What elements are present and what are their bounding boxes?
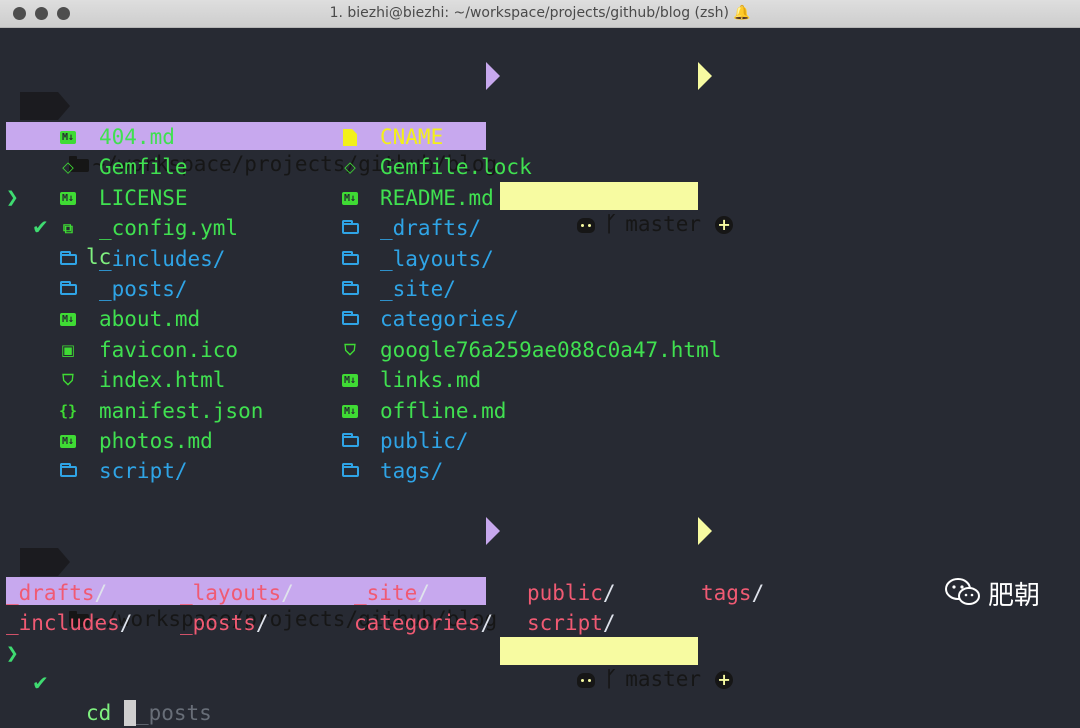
list-item: Gemfile bbox=[99, 155, 188, 179]
git-untracked-plus-icon: + bbox=[715, 671, 734, 689]
html5-icon: ⛉ bbox=[344, 341, 356, 359]
list-item: manifest.json bbox=[99, 399, 264, 423]
list-item: categories/ bbox=[380, 307, 520, 331]
markdown-icon: M↓ bbox=[59, 435, 77, 448]
watermark: 肥朝 bbox=[944, 575, 1040, 612]
command-line-2[interactable]: ❯ ✔ cd _posts bbox=[0, 548, 1080, 726]
list-item: links.md bbox=[380, 368, 482, 392]
window-title: 1. biezhi@biezhi: ~/workspace/projects/g… bbox=[0, 5, 1080, 21]
git-branch-icon: ᚴ bbox=[604, 212, 618, 236]
autosuggestion-text: _posts bbox=[135, 701, 212, 725]
prompt-line-2: ~/workspace/projects/github/blog ᚴ master… bbox=[0, 517, 1080, 691]
completion-item[interactable]: public/ bbox=[527, 578, 616, 608]
list-item: 404.md bbox=[99, 125, 175, 149]
folder-icon bbox=[58, 456, 78, 486]
list-item: google76a259ae088c0a47.html bbox=[380, 338, 722, 362]
status-segment bbox=[20, 548, 58, 576]
powerline-separator-end bbox=[698, 517, 712, 545]
bell-icon: 🔔 bbox=[733, 5, 751, 21]
prompt-line: ~/workspace/projects/github/blog ᚴ master… bbox=[0, 62, 1080, 236]
status-segment bbox=[20, 92, 58, 120]
list-item: about.md bbox=[99, 307, 201, 331]
folder-icon bbox=[340, 304, 360, 334]
image-icon: ▣ bbox=[60, 341, 76, 359]
list-item: offline.md bbox=[380, 399, 507, 423]
github-octocat-icon bbox=[576, 218, 595, 233]
list-item: public/ bbox=[380, 429, 469, 453]
list-item: tags/ bbox=[380, 459, 444, 483]
folder-icon bbox=[58, 274, 78, 304]
prompt-git-segment: ᚴ master + bbox=[500, 637, 734, 691]
completion-item[interactable]: _layouts/ bbox=[180, 578, 294, 608]
powerline-separator bbox=[486, 517, 500, 545]
markdown-icon: M↓ bbox=[59, 131, 77, 144]
command-text: cd bbox=[86, 701, 124, 725]
list-item: Gemfile.lock bbox=[380, 155, 532, 179]
git-branch-name: master bbox=[625, 667, 702, 691]
gem-icon: ◇ bbox=[344, 158, 356, 176]
github-octocat-icon bbox=[576, 673, 595, 688]
list-item: photos.md bbox=[99, 429, 213, 453]
list-item: _site/ bbox=[380, 277, 456, 301]
folder-icon bbox=[58, 244, 78, 274]
wechat-icon bbox=[945, 578, 980, 605]
completion-item[interactable]: _posts/ bbox=[180, 608, 269, 638]
success-check-icon: ✔ bbox=[32, 671, 49, 695]
list-item: _includes/ bbox=[99, 247, 226, 271]
terminal-cursor bbox=[123, 700, 136, 726]
markdown-icon: M↓ bbox=[341, 374, 359, 387]
prompt-caret-icon: ❯ bbox=[6, 641, 19, 665]
git-branch-name: master bbox=[625, 212, 702, 236]
file-icon bbox=[340, 122, 360, 152]
list-item: index.html bbox=[99, 368, 226, 392]
completion-item[interactable]: tags/ bbox=[701, 578, 764, 608]
status-separator bbox=[58, 92, 70, 120]
folder-icon bbox=[340, 426, 360, 456]
folder-icon bbox=[340, 456, 360, 486]
list-item: _config.yml bbox=[99, 216, 239, 240]
list-item: favicon.ico bbox=[99, 338, 239, 362]
watermark-text: 肥朝 bbox=[988, 581, 1041, 611]
completion-item[interactable]: script/ bbox=[527, 608, 616, 638]
completion-item[interactable]: categories/ bbox=[354, 608, 493, 638]
json-icon: {} bbox=[58, 402, 78, 420]
list-item: script/ bbox=[99, 459, 188, 483]
markdown-icon: M↓ bbox=[59, 192, 77, 205]
config-file-icon: ⧉ bbox=[63, 221, 73, 237]
gem-icon: ◇ bbox=[62, 158, 74, 176]
git-untracked-plus-icon: + bbox=[715, 216, 734, 234]
completion-item[interactable]: _includes/ bbox=[6, 608, 132, 638]
status-separator bbox=[58, 548, 70, 576]
command-input[interactable]: cd _posts bbox=[86, 698, 212, 728]
markdown-icon: M↓ bbox=[341, 405, 359, 418]
window-titlebar: 1. biezhi@biezhi: ~/workspace/projects/g… bbox=[0, 0, 1080, 28]
folder-icon bbox=[340, 213, 360, 243]
folder-icon bbox=[340, 274, 360, 304]
list-item: _posts/ bbox=[99, 277, 188, 301]
list-item: LICENSE bbox=[99, 186, 188, 210]
list-item: CNAME bbox=[380, 125, 444, 149]
list-item: _layouts/ bbox=[380, 247, 494, 271]
list-item: README.md bbox=[380, 186, 494, 210]
git-branch-icon: ᚴ bbox=[604, 667, 618, 691]
list-item: _drafts/ bbox=[380, 216, 482, 240]
markdown-icon: M↓ bbox=[59, 313, 77, 326]
powerline-separator-end bbox=[698, 62, 712, 90]
markdown-icon: M↓ bbox=[341, 192, 359, 205]
folder-icon bbox=[340, 244, 360, 274]
prompt-caret-icon: ❯ bbox=[6, 185, 19, 209]
success-check-icon: ✔ bbox=[32, 215, 49, 239]
window-title-text: 1. biezhi@biezhi: ~/workspace/projects/g… bbox=[329, 5, 729, 21]
completion-item[interactable]: _drafts/ bbox=[6, 578, 107, 608]
prompt-git-segment: ᚴ master + bbox=[500, 182, 734, 236]
completion-item[interactable]: _site/ bbox=[354, 578, 430, 608]
powerline-separator bbox=[486, 62, 500, 90]
command-line-1: ❯ ✔ lc bbox=[0, 92, 1080, 269]
html5-icon: ⛉ bbox=[62, 371, 74, 389]
